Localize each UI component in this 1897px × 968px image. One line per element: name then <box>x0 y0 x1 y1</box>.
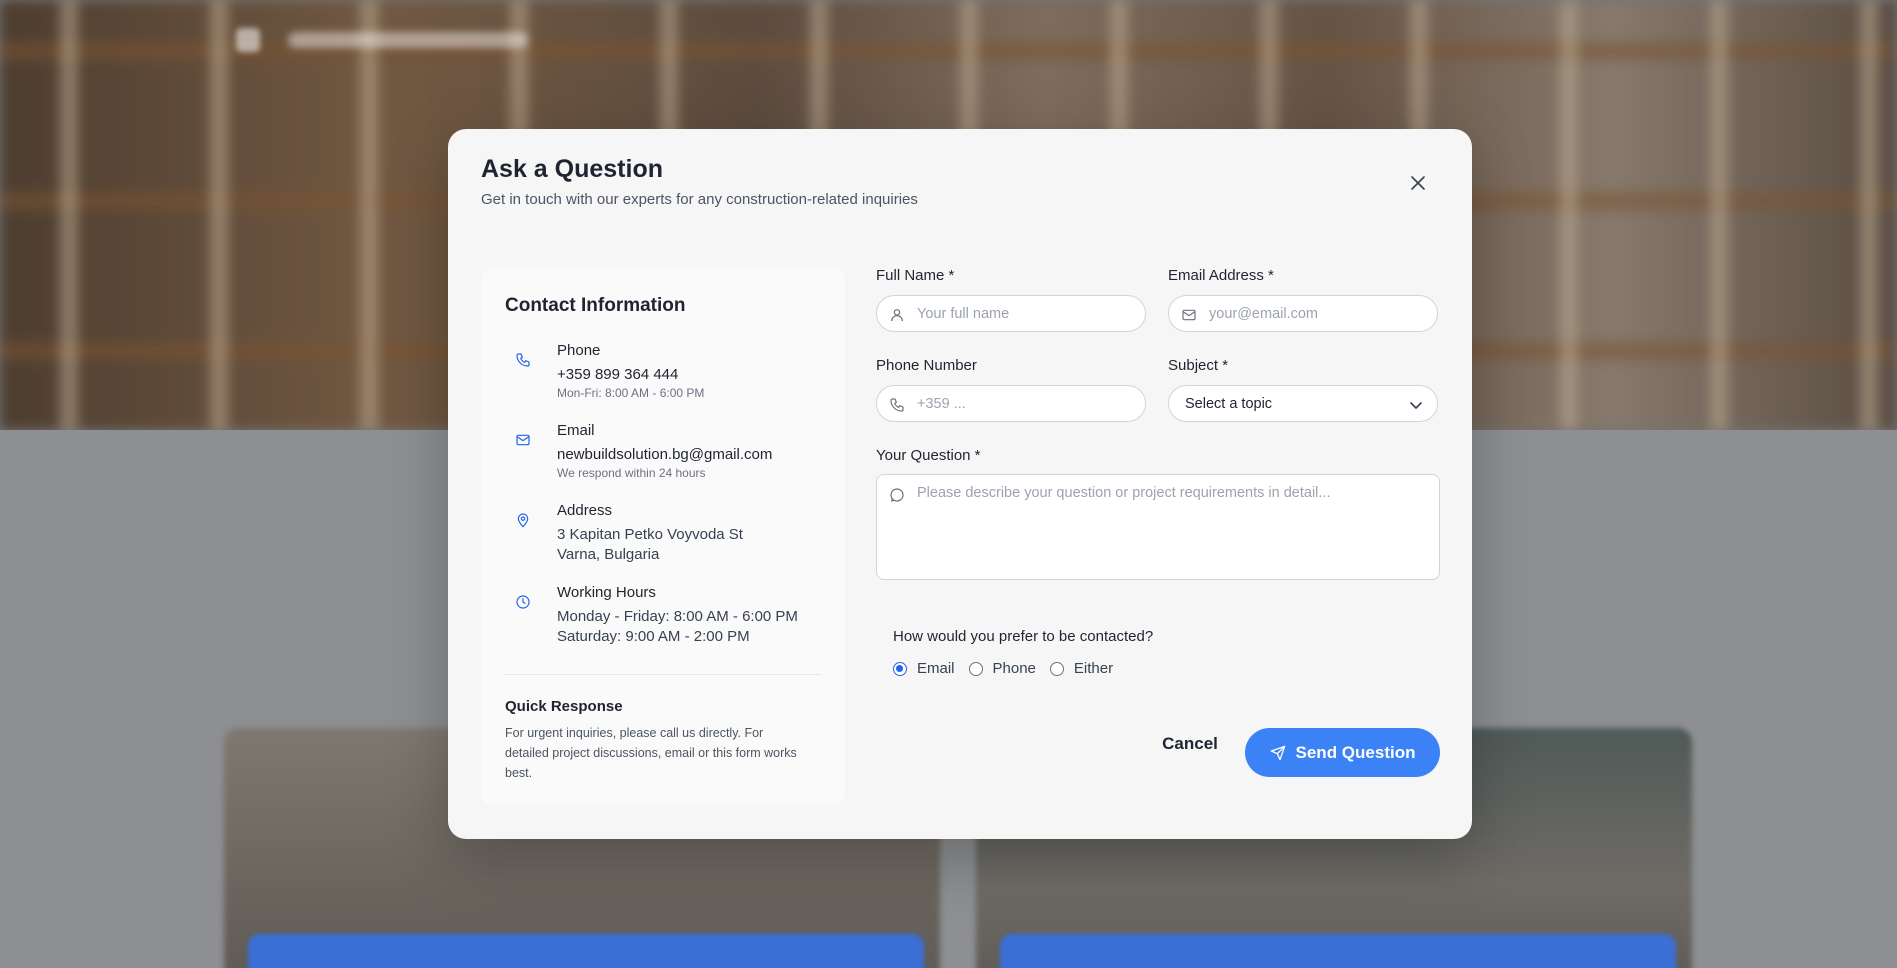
address-line-1: 3 Kapitan Petko Voyvoda St <box>557 526 743 543</box>
contact-item-note: Mon-Fri: 8:00 AM - 6:00 PM <box>557 386 705 400</box>
background-card-button <box>248 934 924 968</box>
question-field <box>876 474 1440 580</box>
hours-weekdays: Monday - Friday: 8:00 AM - 6:00 PM <box>557 608 798 625</box>
radio-label: Either <box>1073 660 1114 677</box>
chevron-down-icon <box>1410 402 1422 409</box>
contact-item-label: Phone <box>557 342 601 359</box>
phone-input[interactable] <box>917 386 1137 421</box>
background-card-button <box>1000 934 1676 968</box>
contact-item-label: Address <box>557 502 613 519</box>
contact-info-title: Contact Information <box>505 295 686 316</box>
phone-number[interactable]: +359 899 364 444 <box>557 366 678 383</box>
contact-item-label: Email <box>557 422 595 439</box>
site-logo-text <box>288 32 528 48</box>
ask-question-modal: Ask a Question Get in touch with our exp… <box>448 129 1472 839</box>
phone-icon <box>890 398 904 412</box>
modal-subtitle: Get in touch with our experts for any co… <box>481 191 918 208</box>
full-name-field <box>876 295 1146 332</box>
map-pin-icon <box>505 502 541 538</box>
radio-phone[interactable] <box>968 661 983 676</box>
contact-preference-group: Email Phone Either <box>893 660 1127 677</box>
contact-item-label: Working Hours <box>557 584 656 601</box>
mail-icon <box>505 422 541 458</box>
send-button-label: Send Question <box>1295 742 1416 762</box>
email-field <box>1168 295 1438 332</box>
subject-label: Subject * <box>1168 357 1229 374</box>
subject-selected-value: Select a topic <box>1185 396 1273 412</box>
phone-label: Phone Number <box>876 357 977 374</box>
radio-email[interactable] <box>893 661 907 676</box>
email-label: Email Address * <box>1168 267 1274 284</box>
cancel-button[interactable]: Cancel <box>1148 727 1232 761</box>
question-label: Your Question * <box>876 447 981 464</box>
close-icon <box>1411 176 1425 190</box>
contact-preference-question: How would you prefer to be contacted? <box>893 628 1154 645</box>
radio-label: Email <box>917 660 955 677</box>
phone-field <box>876 385 1146 422</box>
contact-item-note: We respond within 24 hours <box>557 466 706 480</box>
quick-response-title: Quick Response <box>505 698 623 715</box>
question-textarea[interactable] <box>917 485 1427 573</box>
email-address[interactable]: newbuildsolution.bg@gmail.com <box>557 446 772 463</box>
contact-info-panel: Contact Information Phone +359 899 364 4… <box>481 268 845 805</box>
radio-option-either[interactable]: Either <box>1049 660 1114 677</box>
address-line-2: Varna, Bulgaria <box>557 546 660 563</box>
user-icon <box>891 309 903 322</box>
radio-either[interactable] <box>1049 661 1064 676</box>
subject-select[interactable]: Select a topic <box>1168 385 1438 422</box>
email-input[interactable] <box>1209 296 1429 331</box>
radio-option-email[interactable]: Email <box>893 660 955 677</box>
divider <box>505 674 821 675</box>
site-logo <box>236 28 260 52</box>
quick-response-text: For urgent inquiries, please call us dir… <box>505 726 797 780</box>
full-name-input[interactable] <box>917 296 1137 331</box>
send-icon <box>1270 745 1285 760</box>
message-circle-icon <box>890 488 904 502</box>
modal-title: Ask a Question <box>481 155 663 183</box>
full-name-label: Full Name * <box>876 267 955 284</box>
send-question-button[interactable]: Send Question <box>1245 728 1440 777</box>
radio-label: Phone <box>992 660 1036 677</box>
clock-icon <box>505 584 541 620</box>
radio-option-phone[interactable]: Phone <box>968 660 1036 677</box>
hours-saturday: Saturday: 9:00 AM - 2:00 PM <box>557 628 750 645</box>
close-button[interactable] <box>1406 171 1430 195</box>
phone-icon <box>505 342 541 378</box>
mail-icon <box>1182 309 1196 321</box>
